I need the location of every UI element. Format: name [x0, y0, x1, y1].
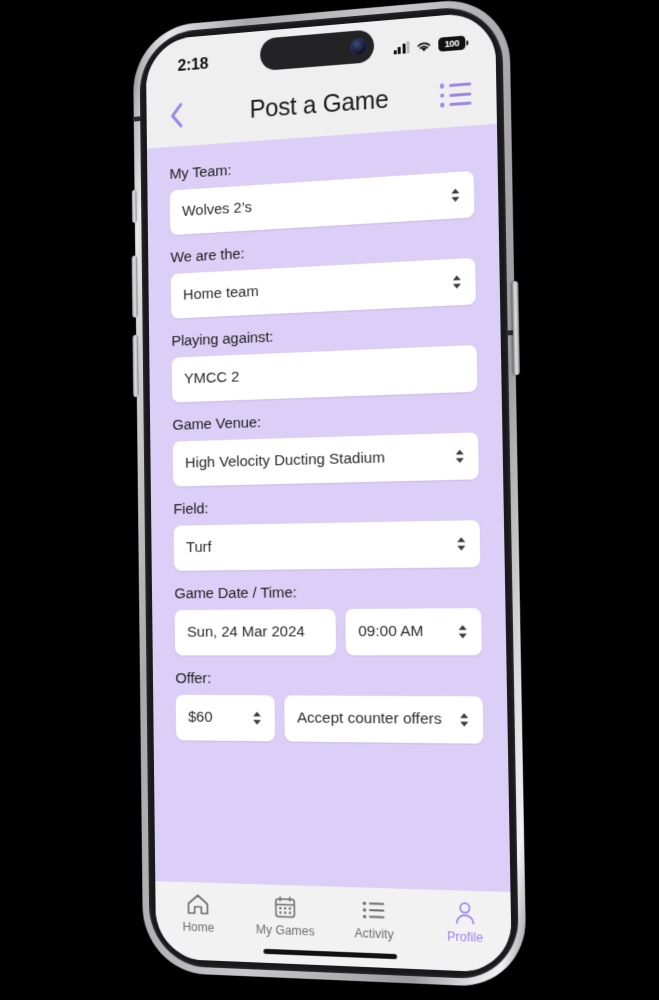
- field-group-game-date-time: Game Date / Time: Sun, 24 Mar 2024 09:00…: [174, 583, 482, 656]
- value-playing-against: YMCC 2: [183, 368, 240, 388]
- tab-label-activity: Activity: [354, 925, 394, 942]
- stepper-icon[interactable]: [450, 187, 461, 204]
- stepper-icon[interactable]: [454, 448, 465, 465]
- field-group-playing-against: Playing against: YMCC 2: [171, 320, 478, 403]
- battery-level-label: 100: [444, 37, 460, 50]
- cellular-signal-icon: [393, 41, 410, 55]
- bulleted-list-icon[interactable]: [439, 78, 473, 111]
- status-bar-time: 2:18: [177, 53, 209, 75]
- home-icon: [186, 890, 211, 918]
- select-game-venue[interactable]: High Velocity Ducting Stadium: [172, 432, 479, 487]
- select-counter-offers[interactable]: Accept counter offers: [284, 695, 484, 744]
- input-playing-against[interactable]: YMCC 2: [171, 344, 478, 403]
- value-offer-price: $60: [187, 708, 213, 726]
- value-game-date: Sun, 24 Mar 2024: [186, 623, 305, 641]
- stepper-icon[interactable]: [459, 712, 470, 729]
- label-game-date-time: Game Date / Time:: [174, 584, 297, 603]
- silent-switch-button[interactable]: [131, 189, 137, 223]
- tab-label-profile: Profile: [446, 929, 484, 946]
- label-game-venue: Game Venue:: [172, 414, 262, 434]
- stepper-icon[interactable]: [456, 536, 467, 552]
- field-group-we-are-the: We are the: Home team: [170, 233, 476, 319]
- phone-screen: 2:18 100 Post a Game My Team: Wolves 2’s…: [145, 10, 513, 974]
- label-field: Field:: [173, 500, 209, 518]
- volume-up-button[interactable]: [131, 255, 138, 318]
- power-button[interactable]: [512, 280, 520, 376]
- field-group-field: Field: Turf: [173, 495, 481, 571]
- field-group-my-team: My Team: Wolves 2’s: [169, 146, 475, 236]
- chevron-left-icon: [169, 101, 185, 129]
- select-field[interactable]: Turf: [173, 520, 481, 571]
- select-game-time[interactable]: 09:00 AM: [345, 608, 482, 656]
- battery-icon: 100: [438, 35, 466, 52]
- page-title: Post a Game: [249, 85, 389, 124]
- back-button[interactable]: [169, 98, 197, 133]
- label-offer: Offer:: [175, 670, 212, 688]
- value-my-team: Wolves 2’s: [181, 198, 253, 220]
- person-icon: [452, 899, 477, 928]
- stepper-icon[interactable]: [451, 274, 462, 291]
- tab-profile[interactable]: Profile: [422, 898, 508, 946]
- select-offer-price[interactable]: $60: [175, 694, 276, 742]
- tab-home[interactable]: Home: [158, 889, 238, 936]
- value-counter-offers: Accept counter offers: [296, 709, 442, 728]
- dynamic-island: [259, 29, 375, 72]
- front-camera-icon: [350, 37, 368, 56]
- tab-my-games[interactable]: My Games: [244, 892, 326, 939]
- field-group-offer: Offer: $60 Accept counter offers: [175, 670, 484, 744]
- list-icon: [361, 896, 386, 924]
- value-game-time: 09:00 AM: [358, 622, 424, 641]
- select-we-are-the[interactable]: Home team: [170, 257, 476, 319]
- phone-device: 2:18 100 Post a Game My Team: Wolves 2’s…: [131, 0, 527, 989]
- post-a-game-form: My Team: Wolves 2’s We are the: Home tea…: [146, 123, 511, 893]
- screenshot-stage: 2:18 100 Post a Game My Team: Wolves 2’s…: [0, 0, 659, 1000]
- stepper-icon[interactable]: [252, 710, 263, 726]
- field-group-game-venue: Game Venue: High Velocity Ducting Stadiu…: [172, 407, 479, 487]
- input-game-date[interactable]: Sun, 24 Mar 2024: [174, 609, 337, 656]
- value-field: Turf: [185, 538, 212, 556]
- value-we-are-the: Home team: [182, 283, 259, 304]
- wifi-icon: [415, 39, 432, 52]
- value-game-venue: High Velocity Ducting Stadium: [184, 449, 386, 472]
- stepper-icon[interactable]: [457, 624, 468, 640]
